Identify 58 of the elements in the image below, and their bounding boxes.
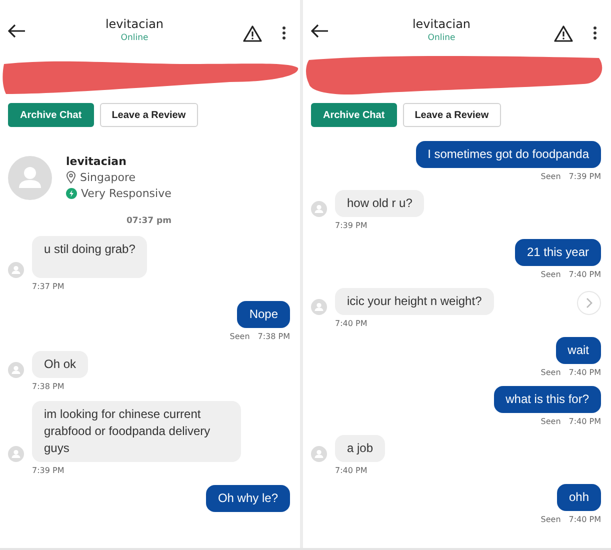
review-button[interactable]: Leave a Review <box>100 103 198 127</box>
online-status: Online <box>120 33 148 43</box>
message-time: 7:38 PM <box>32 382 64 391</box>
message-bubble: wait <box>556 337 601 364</box>
avatar-icon <box>311 446 327 462</box>
seen-status: Seen <box>540 172 561 181</box>
message-bubble: u stil doing grab? <box>32 236 148 278</box>
message-bubble: how old r u? <box>335 190 424 217</box>
more-icon[interactable] <box>593 26 597 40</box>
location-pin-icon <box>66 171 76 184</box>
responsiveness-label: Very Responsive <box>81 187 172 200</box>
warning-icon[interactable] <box>243 24 262 42</box>
seen-status: Seen <box>540 417 561 426</box>
message-time: 7:40 PM <box>568 368 601 377</box>
lightning-icon <box>66 188 77 199</box>
message-bubble: Oh why le? <box>206 485 290 512</box>
message-time: 7:40 PM <box>568 270 601 279</box>
archive-button[interactable]: Archive Chat <box>8 103 94 127</box>
message-bubble: im looking for chinese current grabfood or foodpanda delivery guys <box>32 401 241 462</box>
message-bubble: what is this for? <box>494 386 601 413</box>
avatar-icon <box>8 446 24 462</box>
seen-status: Seen <box>540 270 561 279</box>
message-time: 7:40 PM <box>335 466 368 475</box>
message-time: 7:37 PM <box>32 282 64 291</box>
message-bubble: Oh ok <box>32 351 88 378</box>
avatar-icon <box>8 156 52 200</box>
message-bubble: a job <box>335 435 386 462</box>
back-icon[interactable] <box>311 24 329 38</box>
chat-title: levitacian <box>105 17 164 31</box>
message-time: 7:40 PM <box>335 319 368 328</box>
message-bubble: I sometimes got do foodpanda <box>416 141 601 168</box>
warning-icon[interactable] <box>554 24 573 42</box>
avatar-icon <box>311 201 327 217</box>
message-time: 7:38 PM <box>258 332 290 341</box>
seen-status: Seen <box>230 332 250 341</box>
profile-name: levitacian <box>66 155 128 168</box>
message-time: 7:40 PM <box>568 515 601 524</box>
seen-status: Seen <box>540 515 561 524</box>
message-bubble: icic your height n weight? <box>335 288 494 315</box>
review-button[interactable]: Leave a Review <box>402 103 501 127</box>
message-bubble: 21 this year <box>514 239 601 266</box>
online-status: Online <box>428 33 456 43</box>
message-time: 7:39 PM <box>32 466 64 475</box>
archive-button[interactable]: Archive Chat <box>311 103 397 127</box>
avatar-icon <box>8 262 24 278</box>
message-bubble: ohh <box>556 484 601 511</box>
avatar-icon <box>8 362 24 378</box>
avatar-icon <box>311 299 327 315</box>
seen-status: Seen <box>540 368 561 377</box>
message-time: 7:40 PM <box>568 417 601 426</box>
chat-title: levitacian <box>412 17 471 31</box>
message-time: 7:39 PM <box>568 172 601 181</box>
back-icon[interactable] <box>8 24 26 38</box>
date-separator: 07:37 pm <box>126 216 172 226</box>
more-icon[interactable] <box>282 26 286 40</box>
message-bubble: Nope <box>237 301 290 328</box>
profile-location: Singapore <box>80 171 136 184</box>
message-time: 7:39 PM <box>335 221 368 230</box>
